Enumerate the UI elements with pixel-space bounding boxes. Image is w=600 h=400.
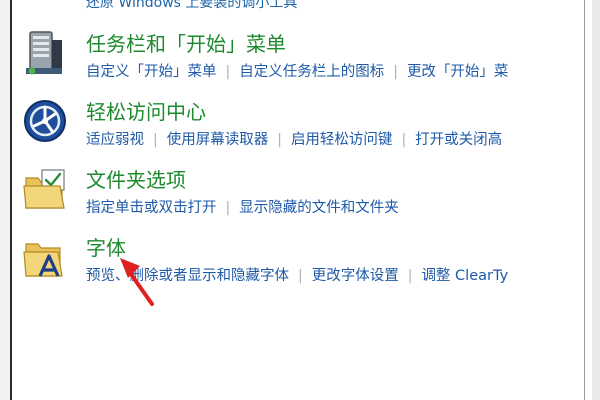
link-separator: | <box>393 64 398 80</box>
link-turn-high-contrast-on-off[interactable]: 打开或关闭高 <box>415 132 502 148</box>
window-right-edge <box>592 0 600 400</box>
link-customize-start-menu[interactable]: 自定义「开始」菜单 <box>86 64 217 80</box>
category-links-folder-options: 指定单击或双击打开 | 显示隐藏的文件和文件夹 <box>86 196 399 217</box>
link-preview-delete-show-hide-fonts[interactable]: 预览、删除或者显示和隐藏字体 <box>86 268 289 284</box>
link-single-or-double-click[interactable]: 指定单击或双击打开 <box>86 200 217 216</box>
link-separator: | <box>225 64 231 80</box>
category-title-ease-of-access[interactable]: 轻松访问中心 <box>86 96 206 125</box>
folder-options-icon[interactable] <box>22 166 68 212</box>
link-use-screen-reader[interactable]: 使用屏幕读取器 <box>167 132 269 148</box>
category-title-fonts[interactable]: 字体 <box>86 232 126 261</box>
link-customize-taskbar-icons[interactable]: 自定义任务栏上的图标 <box>239 64 384 80</box>
link-separator: | <box>401 132 407 148</box>
category-links-fonts: 预览、删除或者显示和隐藏字体 | 更改字体设置 | 调整 ClearTy <box>86 264 508 285</box>
cut-off-link-top[interactable]: 还原 Windows 上要装的调小工具 <box>86 0 297 12</box>
link-separator: | <box>225 200 231 216</box>
link-change-font-settings[interactable]: 更改字体设置 <box>312 268 399 284</box>
link-adjust-cleartype[interactable]: 调整 ClearTy <box>421 268 508 284</box>
link-optimize-visual-display[interactable]: 适应弱视 <box>86 132 144 148</box>
link-change-start-menu[interactable]: 更改「开始」菜 <box>407 64 509 80</box>
control-panel-category-list: 还原 Windows 上要装的调小工具 任务栏和「开始」菜单 自定义「开始」菜单… <box>14 0 584 400</box>
link-separator: | <box>153 132 158 148</box>
ease-of-access-icon[interactable] <box>22 98 68 144</box>
link-separator: | <box>298 268 303 284</box>
category-ease-of-access: 轻松访问中心 适应弱视 | 使用屏幕读取器 | 启用轻松访问键 | 打开或关闭高 <box>14 96 584 158</box>
window-left-border <box>0 0 12 400</box>
link-show-hidden-files[interactable]: 显示隐藏的文件和文件夹 <box>239 200 399 216</box>
category-taskbar-start-menu: 任务栏和「开始」菜单 自定义「开始」菜单 | 自定义任务栏上的图标 | 更改「开始」菜 <box>14 28 584 90</box>
category-fonts: 字体 预览、删除或者显示和隐藏字体 | 更改字体设置 | 调整 ClearTy <box>14 232 584 294</box>
category-title-taskbar[interactable]: 任务栏和「开始」菜单 <box>86 28 286 57</box>
link-turn-on-easy-access-keys[interactable]: 启用轻松访问键 <box>291 132 393 148</box>
category-title-folder-options[interactable]: 文件夹选项 <box>86 164 186 193</box>
category-links-ease-of-access: 适应弱视 | 使用屏幕读取器 | 启用轻松访问键 | 打开或关闭高 <box>86 128 502 149</box>
link-separator: | <box>407 268 413 284</box>
fonts-folder-icon[interactable] <box>22 234 68 280</box>
link-separator: | <box>277 132 282 148</box>
taskbar-icon[interactable] <box>22 30 68 76</box>
category-links-taskbar: 自定义「开始」菜单 | 自定义任务栏上的图标 | 更改「开始」菜 <box>86 60 508 81</box>
category-folder-options: 文件夹选项 指定单击或双击打开 | 显示隐藏的文件和文件夹 <box>14 164 584 226</box>
